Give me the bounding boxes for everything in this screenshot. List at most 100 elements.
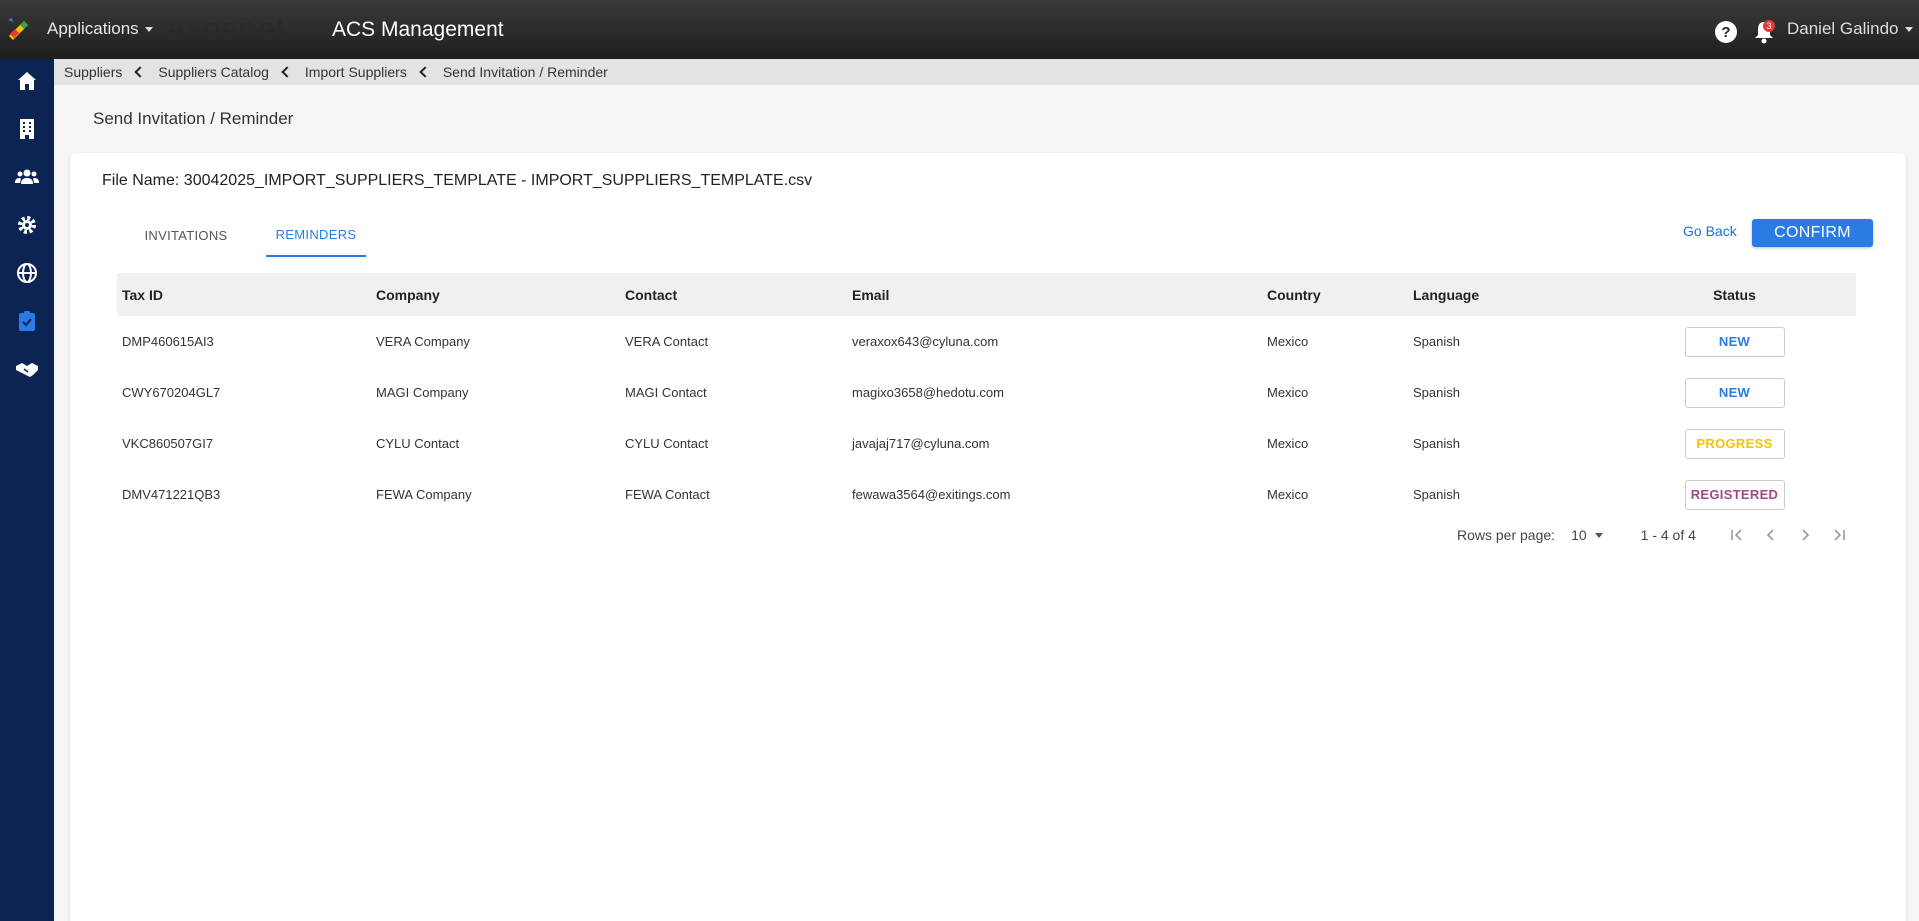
status-badge: PROGRESS [1684, 428, 1785, 459]
rows-per-page-value: 10 [1571, 527, 1587, 543]
brand-name: axosnet [167, 10, 287, 47]
go-back-link[interactable]: Go Back [1683, 223, 1737, 239]
previous-page-button[interactable] [1754, 523, 1788, 547]
table-row: DMP460615AI3 VERA Company VERA Contact v… [117, 316, 1856, 367]
column-header-tax-id: Tax ID [122, 286, 163, 303]
users-icon [15, 169, 39, 184]
cell-tax-id: DMV471221QB3 [122, 487, 221, 502]
cell-country: Mexico [1267, 334, 1309, 349]
brand-logo: axosnet [167, 10, 286, 48]
table-row: DMV471221QB3 FEWA Company FEWA Contact f… [117, 469, 1856, 520]
cell-language: Spanish [1413, 334, 1460, 349]
chevron-left-icon [1766, 529, 1774, 541]
tab-reminders[interactable]: REMINDERS [266, 213, 366, 257]
gear-icon [18, 216, 36, 234]
file-name: File Name: 30042025_IMPORT_SUPPLIERS_TEM… [102, 172, 813, 189]
cell-email: magixo3658@hedotu.com [852, 385, 1004, 400]
chevron-down-icon [1904, 26, 1913, 32]
column-header-status: Status [1713, 286, 1756, 303]
breadcrumb-import-suppliers[interactable]: Import Suppliers [305, 64, 407, 80]
chevron-left-icon [134, 66, 147, 78]
building-icon [20, 119, 34, 139]
cell-country: Mexico [1267, 385, 1309, 400]
column-header-contact: Contact [625, 286, 678, 303]
cell-company: FEWA Company [376, 487, 472, 502]
content-card: File Name: 30042025_IMPORT_SUPPLIERS_TEM… [70, 153, 1906, 921]
chevron-down-icon [144, 26, 153, 32]
status-badge: NEW [1684, 377, 1785, 408]
cell-status: REGISTERED [1613, 479, 1856, 510]
page-title: Send Invitation / Reminder [93, 109, 294, 128]
breadcrumb: Suppliers Suppliers Catalog Import Suppl… [54, 59, 1919, 85]
home-icon [18, 72, 36, 90]
tab-invitations[interactable]: INVITATIONS [120, 213, 252, 257]
status-badge: REGISTERED [1684, 479, 1785, 510]
cell-language: Spanish [1413, 436, 1460, 451]
sidebar-item-users[interactable] [0, 157, 54, 197]
clipboard-check-icon [19, 311, 35, 331]
sidebar [0, 59, 54, 921]
applications-menu[interactable]: Applications [47, 19, 153, 39]
cell-company: CYLU Contact [376, 436, 460, 451]
table-header: Tax ID Company Contact Email Country Lan… [117, 273, 1856, 316]
sidebar-item-suppliers[interactable] [0, 301, 54, 341]
last-page-icon [1834, 529, 1845, 541]
suppliers-table: Tax ID Company Contact Email Country Lan… [117, 273, 1856, 520]
sidebar-item-partners[interactable] [0, 349, 54, 389]
app-logo-icon[interactable] [6, 16, 32, 42]
user-name: Daniel Galindo [1787, 19, 1899, 38]
globe-icon [17, 263, 37, 283]
pagination: Rows per page: 10 1 - 4 of 4 [1457, 523, 1856, 547]
cell-contact: FEWA Contact [625, 487, 710, 502]
first-page-button[interactable] [1720, 523, 1754, 547]
sidebar-item-home[interactable] [0, 61, 54, 101]
table-row: VKC860507GI7 CYLU Contact CYLU Contact j… [117, 418, 1856, 469]
column-header-language: Language [1413, 286, 1480, 303]
cell-status: NEW [1613, 377, 1856, 408]
applications-label: Applications [47, 19, 139, 38]
breadcrumb-current: Send Invitation / Reminder [442, 64, 608, 80]
cell-status: PROGRESS [1613, 428, 1856, 459]
chevron-left-icon [419, 66, 431, 78]
breadcrumb-suppliers[interactable]: Suppliers [64, 64, 122, 80]
column-header-company: Company [376, 286, 440, 303]
cell-email: javajaj717@cyluna.com [852, 436, 990, 451]
rows-per-page-label: Rows per page: [1457, 527, 1556, 543]
status-badge: NEW [1684, 326, 1785, 357]
cell-contact: MAGI Contact [625, 385, 707, 400]
cell-email: veraxox643@cyluna.com [852, 334, 999, 349]
help-icon[interactable]: ? [1715, 21, 1737, 43]
cell-language: Spanish [1413, 487, 1460, 502]
sidebar-item-settings[interactable] [0, 205, 54, 245]
column-header-country: Country [1267, 286, 1321, 303]
cell-company: MAGI Company [376, 385, 469, 400]
sidebar-item-companies[interactable] [0, 109, 54, 149]
confirm-button[interactable]: CONFIRM [1752, 219, 1873, 247]
cell-email: fewawa3564@exitings.com [852, 487, 1011, 502]
next-page-button[interactable] [1788, 523, 1822, 547]
module-title: ACS Management [332, 18, 504, 41]
sidebar-item-global[interactable] [0, 253, 54, 293]
cell-language: Spanish [1413, 385, 1460, 400]
cell-company: VERA Company [376, 334, 470, 349]
notification-badge: 3 [1763, 20, 1775, 32]
handshake-icon [16, 363, 38, 377]
cell-tax-id: DMP460615AI3 [122, 334, 214, 349]
cell-contact: VERA Contact [625, 334, 709, 349]
chevron-left-icon [281, 66, 293, 78]
last-page-button[interactable] [1822, 523, 1856, 547]
tab-bar: INVITATIONS REMINDERS [120, 213, 366, 257]
chevron-down-icon [1594, 532, 1603, 538]
user-menu[interactable]: Daniel Galindo [1787, 19, 1913, 39]
cell-status: NEW [1613, 326, 1856, 357]
cell-contact: CYLU Contact [625, 436, 709, 451]
breadcrumb-suppliers-catalog[interactable]: Suppliers Catalog [158, 64, 269, 80]
first-page-icon [1731, 529, 1742, 541]
table-row: CWY670204GL7 MAGI Company MAGI Contact m… [117, 367, 1856, 418]
column-header-email: Email [852, 286, 890, 303]
cell-country: Mexico [1267, 487, 1309, 502]
page-range: 1 - 4 of 4 [1640, 527, 1696, 543]
rows-per-page-select[interactable]: 10 [1571, 527, 1603, 543]
top-bar: Applications axosnet ACS Management ? 3 … [0, 0, 1919, 59]
cell-tax-id: CWY670204GL7 [122, 385, 221, 400]
